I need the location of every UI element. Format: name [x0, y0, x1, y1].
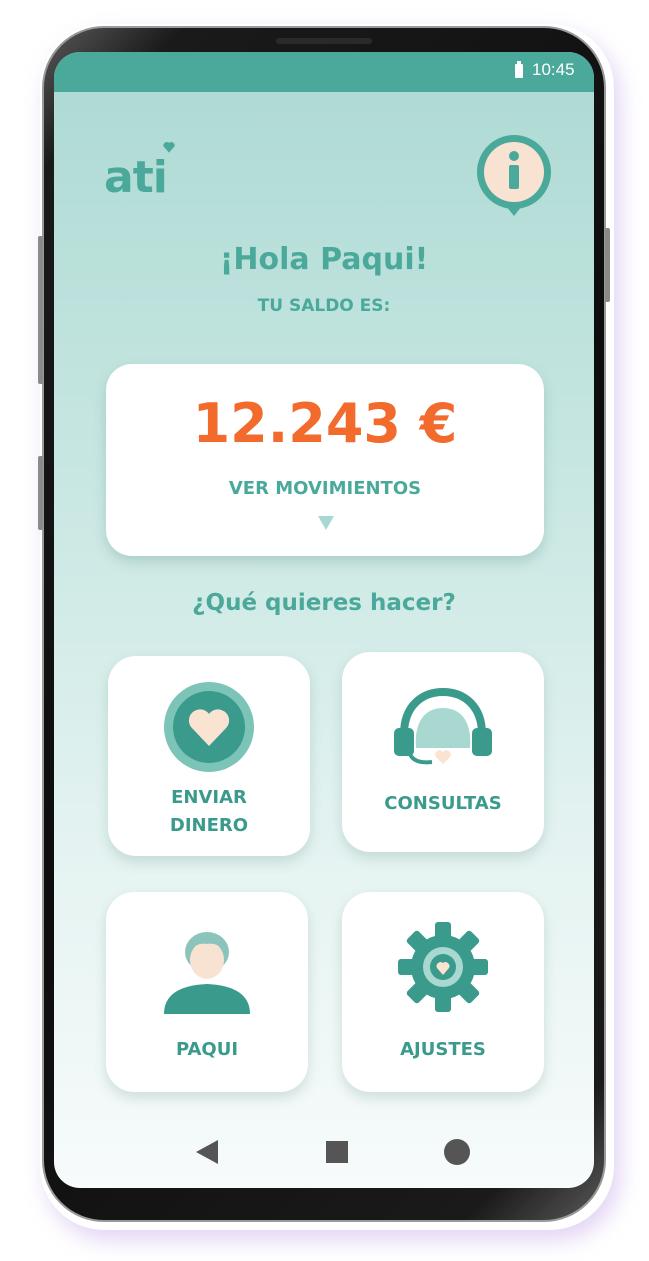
info-icon[interactable] — [474, 134, 554, 218]
settings-tile[interactable]: AJUSTES — [342, 892, 544, 1092]
user-avatar-icon — [164, 932, 250, 1014]
side-button — [38, 456, 43, 530]
actions-question: ¿Qué quieres hacer? — [192, 590, 456, 616]
consultations-label: CONSULTAS — [384, 793, 502, 814]
headset-icon — [394, 688, 492, 765]
chevron-down-icon[interactable] — [318, 516, 334, 530]
logo-heart-icon — [163, 142, 175, 153]
back-icon[interactable] — [196, 1140, 218, 1164]
app-screen: 10:45 ati ¡Hola Paqui! TU SALDO ES: 12.2… — [54, 52, 594, 1188]
battery-icon — [515, 61, 523, 78]
view-movements-link[interactable]: VER MOVIMIENTOS — [106, 478, 544, 499]
gear-icon — [398, 922, 488, 1012]
profile-label: PAQUI — [175, 1039, 239, 1060]
app-logo: ati — [104, 152, 168, 203]
profile-tile[interactable]: PAQUI — [106, 892, 308, 1092]
balance-label: TU SALDO ES: — [257, 296, 391, 316]
home-icon[interactable] — [444, 1139, 470, 1165]
navigation-bar — [54, 1122, 594, 1182]
balance-card: 12.243 € VER MOVIMIENTOS — [106, 364, 544, 556]
send-money-label: ENVIAR DINERO — [169, 787, 249, 836]
power-button — [605, 228, 610, 302]
heart-coin-icon — [164, 682, 254, 772]
balance-amount: 12.243 € — [192, 392, 458, 455]
send-money-tile[interactable]: ENVIAR DINERO — [108, 656, 310, 856]
status-time: 10:45 — [532, 60, 575, 79]
recents-icon[interactable] — [326, 1141, 348, 1163]
status-bar: 10:45 — [54, 52, 594, 92]
greeting-title: ¡Hola Paqui! — [219, 242, 429, 277]
settings-label: AJUSTES — [400, 1039, 486, 1060]
earpiece-speaker — [276, 38, 372, 44]
consultations-tile[interactable]: CONSULTAS — [342, 652, 544, 852]
volume-button — [38, 236, 43, 384]
